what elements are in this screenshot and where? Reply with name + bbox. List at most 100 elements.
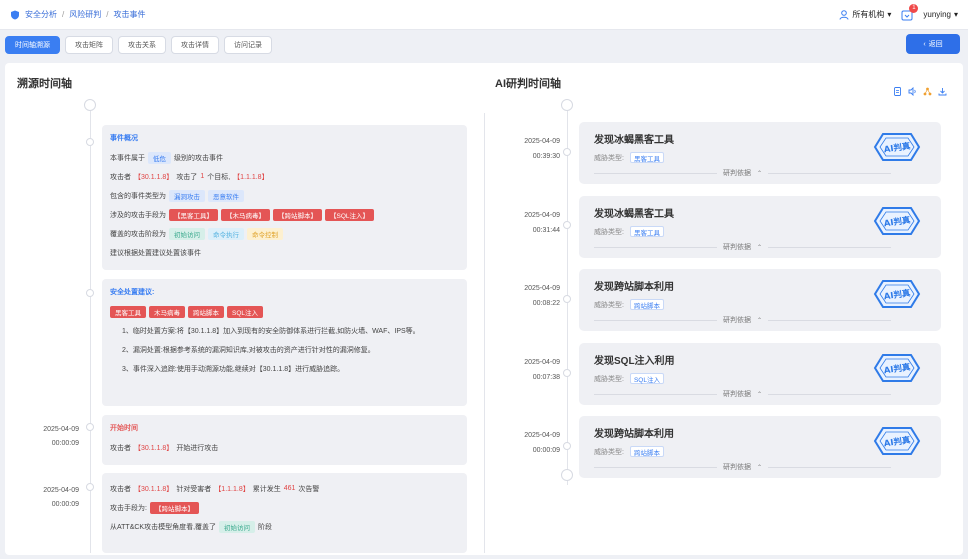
advice-tag: 木马病毒 <box>149 305 185 318</box>
divider <box>768 393 891 395</box>
breadcrumb-item[interactable]: 风险研判 <box>69 9 101 20</box>
judgment-basis-label: 研判依据 <box>722 170 751 177</box>
ai-verified-stamp-icon: AI判真 <box>873 354 921 382</box>
ai-card-title: 发现冰蝎黑客工具 <box>594 209 674 220</box>
timeline-start-dot <box>84 99 96 111</box>
divider <box>768 172 891 174</box>
divider <box>768 246 891 248</box>
threat-type-label: 威胁类型: <box>594 154 624 162</box>
ai-event-time: 00:00:09 <box>532 447 560 454</box>
attack-stage-tag: 初始访问 <box>219 520 256 533</box>
overview-line: 覆盖的攻击阶段为 初始访问 命令执行 命令控制 <box>110 226 459 241</box>
main-panel: 溯源时间轴 AI研判时间轴 事件概况 本事件属于 低危 级别的攻击事件 攻击者 … <box>5 63 963 555</box>
start-time-card: 开始时间 攻击者 【30.1.1.8】 开始进行攻击 <box>102 415 467 465</box>
tab-timeline-trace[interactable]: 时间轴溯源 <box>5 36 60 54</box>
speaker-icon[interactable] <box>908 87 917 96</box>
severity-tag: 低危 <box>148 151 171 164</box>
advice-item: 1、临时处置方案:将【30.1.1.8】加入到现有的安全防御体系进行拦截,如防火… <box>122 328 420 335</box>
notification-button[interactable]: 1 <box>901 3 919 21</box>
org-selector[interactable]: 所有机构 ▾ <box>839 9 891 20</box>
divider <box>594 393 717 395</box>
ai-event-time: 00:07:38 <box>532 374 560 381</box>
event-type-tag: 恶意软件 <box>208 189 244 202</box>
ai-judgment-card[interactable]: 发现SQL注入利用 威胁类型: SQL注入 研判依据 ⌃ AI判真 <box>579 343 941 405</box>
threat-type-label: 威胁类型: <box>594 375 624 383</box>
text: 累计发生 <box>252 485 281 493</box>
advice-tag: 黑客工具 <box>110 305 146 318</box>
attacker-ip: 【30.1.1.8】 <box>134 485 174 493</box>
divider <box>594 466 717 468</box>
user-menu[interactable]: yunying ▾ <box>923 10 958 19</box>
ai-event-date: 2025-04-09 <box>524 432 560 439</box>
user-icon <box>839 9 849 20</box>
ai-timeline-title: AI研判时间轴 <box>495 78 561 90</box>
ai-judgment-card[interactable]: 发现跨站脚本利用 威胁类型: 跨站脚本 研判依据 ⌃ AI判真 <box>579 269 941 331</box>
ai-event-datetime: 2025-04-09 00:07:38 <box>500 355 560 385</box>
security-advice-card: 安全处置建议: 黑客工具 木马病毒 跨站脚本 SQL注入 1、临时处置方案:将【… <box>102 279 467 406</box>
attack-method-tag: 【跨站脚本】 <box>273 208 322 221</box>
advice-tag: 跨站脚本 <box>188 305 224 318</box>
judgment-basis-toggle[interactable]: 研判依据 ⌃ <box>594 462 891 472</box>
judgment-basis-toggle[interactable]: 研判依据 ⌃ <box>594 242 891 252</box>
advice-tag: SQL注入 <box>227 305 264 318</box>
ai-timeline-dot <box>563 221 571 229</box>
back-button[interactable]: ‹ 返回 <box>906 34 960 54</box>
text: 攻击了 <box>176 173 198 181</box>
notification-badge: 1 <box>909 3 919 13</box>
ai-event-time: 00:08:22 <box>532 300 560 307</box>
tab-attack-details[interactable]: 攻击详情 <box>171 36 219 54</box>
trace-timeline-title: 溯源时间轴 <box>17 78 72 90</box>
attack-method-tag: 【SQL注入】 <box>325 208 375 221</box>
judgment-basis-toggle[interactable]: 研判依据 ⌃ <box>594 389 891 399</box>
overview-line: 涉及的攻击手段为 【黑客工具】 【木马病毒】 【跨站脚本】 【SQL注入】 <box>110 207 459 222</box>
overview-line: 本事件属于 低危 级别的攻击事件 <box>110 150 459 165</box>
attacker-ip: 【30.1.1.8】 <box>134 173 174 181</box>
breadcrumb: 安全分析 / 风险研判 / 攻击事件 <box>10 9 145 20</box>
threat-type-row: 威胁类型: SQL注入 <box>594 373 664 384</box>
advice-item: 3、事件深入追踪:使用手动溯源功能,继续对【30.1.1.8】进行威胁追踪。 <box>122 366 345 373</box>
ai-event-datetime: 2025-04-09 00:39:30 <box>500 134 560 164</box>
tab-access-log[interactable]: 访问记录 <box>224 36 272 54</box>
overview-heading: 事件概况 <box>110 135 138 142</box>
judgment-basis-toggle[interactable]: 研判依据 ⌃ <box>594 168 891 178</box>
timeline-dot <box>86 289 94 297</box>
overview-line: 包含的事件类型为 漏洞攻击 恶意软件 <box>110 188 459 203</box>
ai-timeline-dot <box>563 148 571 156</box>
breadcrumb-item[interactable]: 安全分析 <box>25 9 57 20</box>
ai-verified-stamp-icon: AI判真 <box>873 207 921 235</box>
attack-method-tag: 【跨站脚本】 <box>149 501 199 514</box>
attacker-ip: 【30.1.1.8】 <box>134 444 174 452</box>
overview-line: 建议根据处置建议处置该事件 <box>110 245 459 260</box>
tab-bar: 时间轴溯源 攻击矩阵 攻击关系 攻击详情 访问记录 ‹ 返回 <box>0 30 968 60</box>
ai-judgment-card[interactable]: 发现冰蝎黑客工具 威胁类型: 黑客工具 研判依据 ⌃ AI判真 <box>579 122 941 184</box>
ai-card-title: 发现跨站脚本利用 <box>594 429 674 440</box>
text: 次告警 <box>298 485 320 493</box>
threat-type-row: 威胁类型: 黑客工具 <box>594 226 664 237</box>
judgment-basis-label: 研判依据 <box>722 317 751 324</box>
ai-timeline-dot <box>563 369 571 377</box>
text: 个目标, <box>207 173 231 181</box>
text: 覆盖的攻击阶段为 <box>110 230 166 238</box>
ai-timeline-start-dot <box>561 99 573 111</box>
text: 针对受害者 <box>176 485 212 493</box>
tab-attack-relation[interactable]: 攻击关系 <box>118 36 166 54</box>
ai-event-time: 00:31:44 <box>532 227 560 234</box>
document-icon[interactable] <box>893 87 902 96</box>
org-label: 所有机构 <box>852 10 885 19</box>
event-type-tag: 漏洞攻击 <box>169 189 205 202</box>
target-count: 1 <box>200 173 205 180</box>
ai-judgment-card[interactable]: 发现冰蝎黑客工具 威胁类型: 黑客工具 研判依据 ⌃ AI判真 <box>579 196 941 258</box>
ai-verified-stamp-icon: AI判真 <box>873 280 921 308</box>
download-icon[interactable] <box>938 87 947 96</box>
event-datetime: 2025-04-09 00:00:09 <box>19 484 79 512</box>
judgment-basis-toggle[interactable]: 研判依据 ⌃ <box>594 315 891 325</box>
attack-event-card: 攻击者 【30.1.1.8】 针对受害者 【1.1.1.8】 累计发生 461 … <box>102 473 467 553</box>
share-icon[interactable] <box>923 87 932 96</box>
ai-verified-stamp-icon: AI判真 <box>873 133 921 161</box>
divider <box>768 319 891 321</box>
ai-judgment-card[interactable]: 发现跨站脚本利用 威胁类型: 跨站脚本 研判依据 ⌃ AI判真 <box>579 416 941 478</box>
ai-verified-stamp-icon: AI判真 <box>873 427 921 455</box>
tab-attack-matrix[interactable]: 攻击矩阵 <box>65 36 113 54</box>
event-line: 攻击者 【30.1.1.8】 针对受害者 【1.1.1.8】 累计发生 461 … <box>110 481 459 496</box>
ai-timeline-end-dot <box>561 469 573 481</box>
